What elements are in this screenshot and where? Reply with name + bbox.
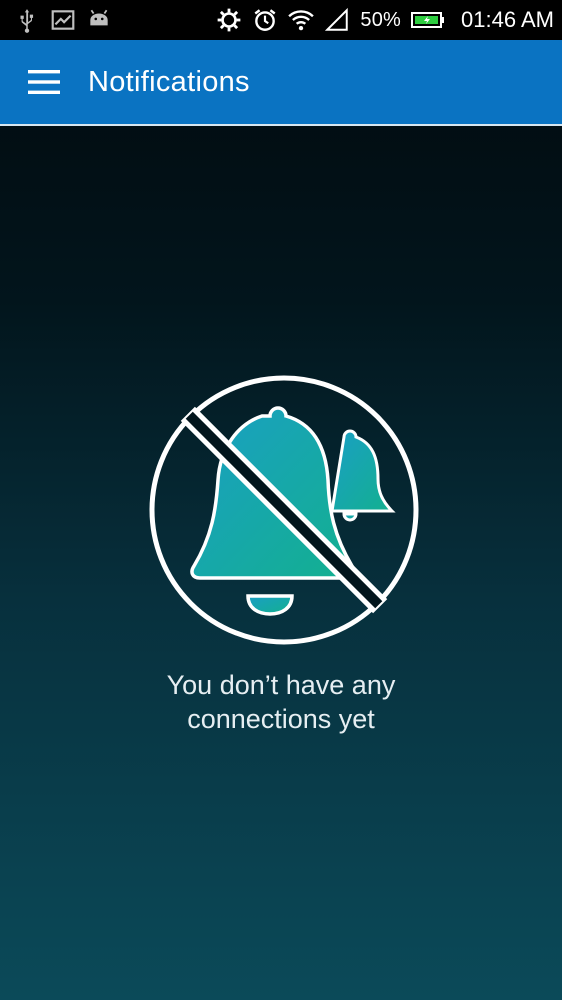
status-bar-right: 50% 01:46 AM (216, 0, 554, 40)
notifications-screen: 50% 01:46 AM Notifications You don’t hav… (0, 0, 562, 1000)
battery-icon (411, 7, 445, 33)
signal-icon (324, 7, 350, 33)
sync-icon (216, 7, 242, 33)
status-bar-left (14, 0, 112, 40)
clock: 01:46 AM (461, 7, 554, 32)
alarm-icon (252, 7, 278, 33)
notifications-off-icon (148, 374, 420, 646)
battery-percent: 50% (360, 8, 402, 31)
empty-state-line-1: You don’t have any (166, 670, 396, 700)
usb-icon (14, 7, 40, 33)
image-icon (50, 7, 76, 33)
app-bar: Notifications (0, 40, 562, 126)
page-title: Notifications (88, 65, 250, 98)
android-icon (86, 7, 112, 33)
status-bar: 50% 01:46 AM (0, 0, 562, 40)
menu-button[interactable] (0, 39, 88, 125)
wifi-icon (288, 7, 315, 33)
empty-state-message: You don’t have any connections yet (0, 668, 562, 736)
hamburger-menu-icon (28, 70, 60, 94)
empty-state-line-2: connections yet (187, 704, 375, 734)
